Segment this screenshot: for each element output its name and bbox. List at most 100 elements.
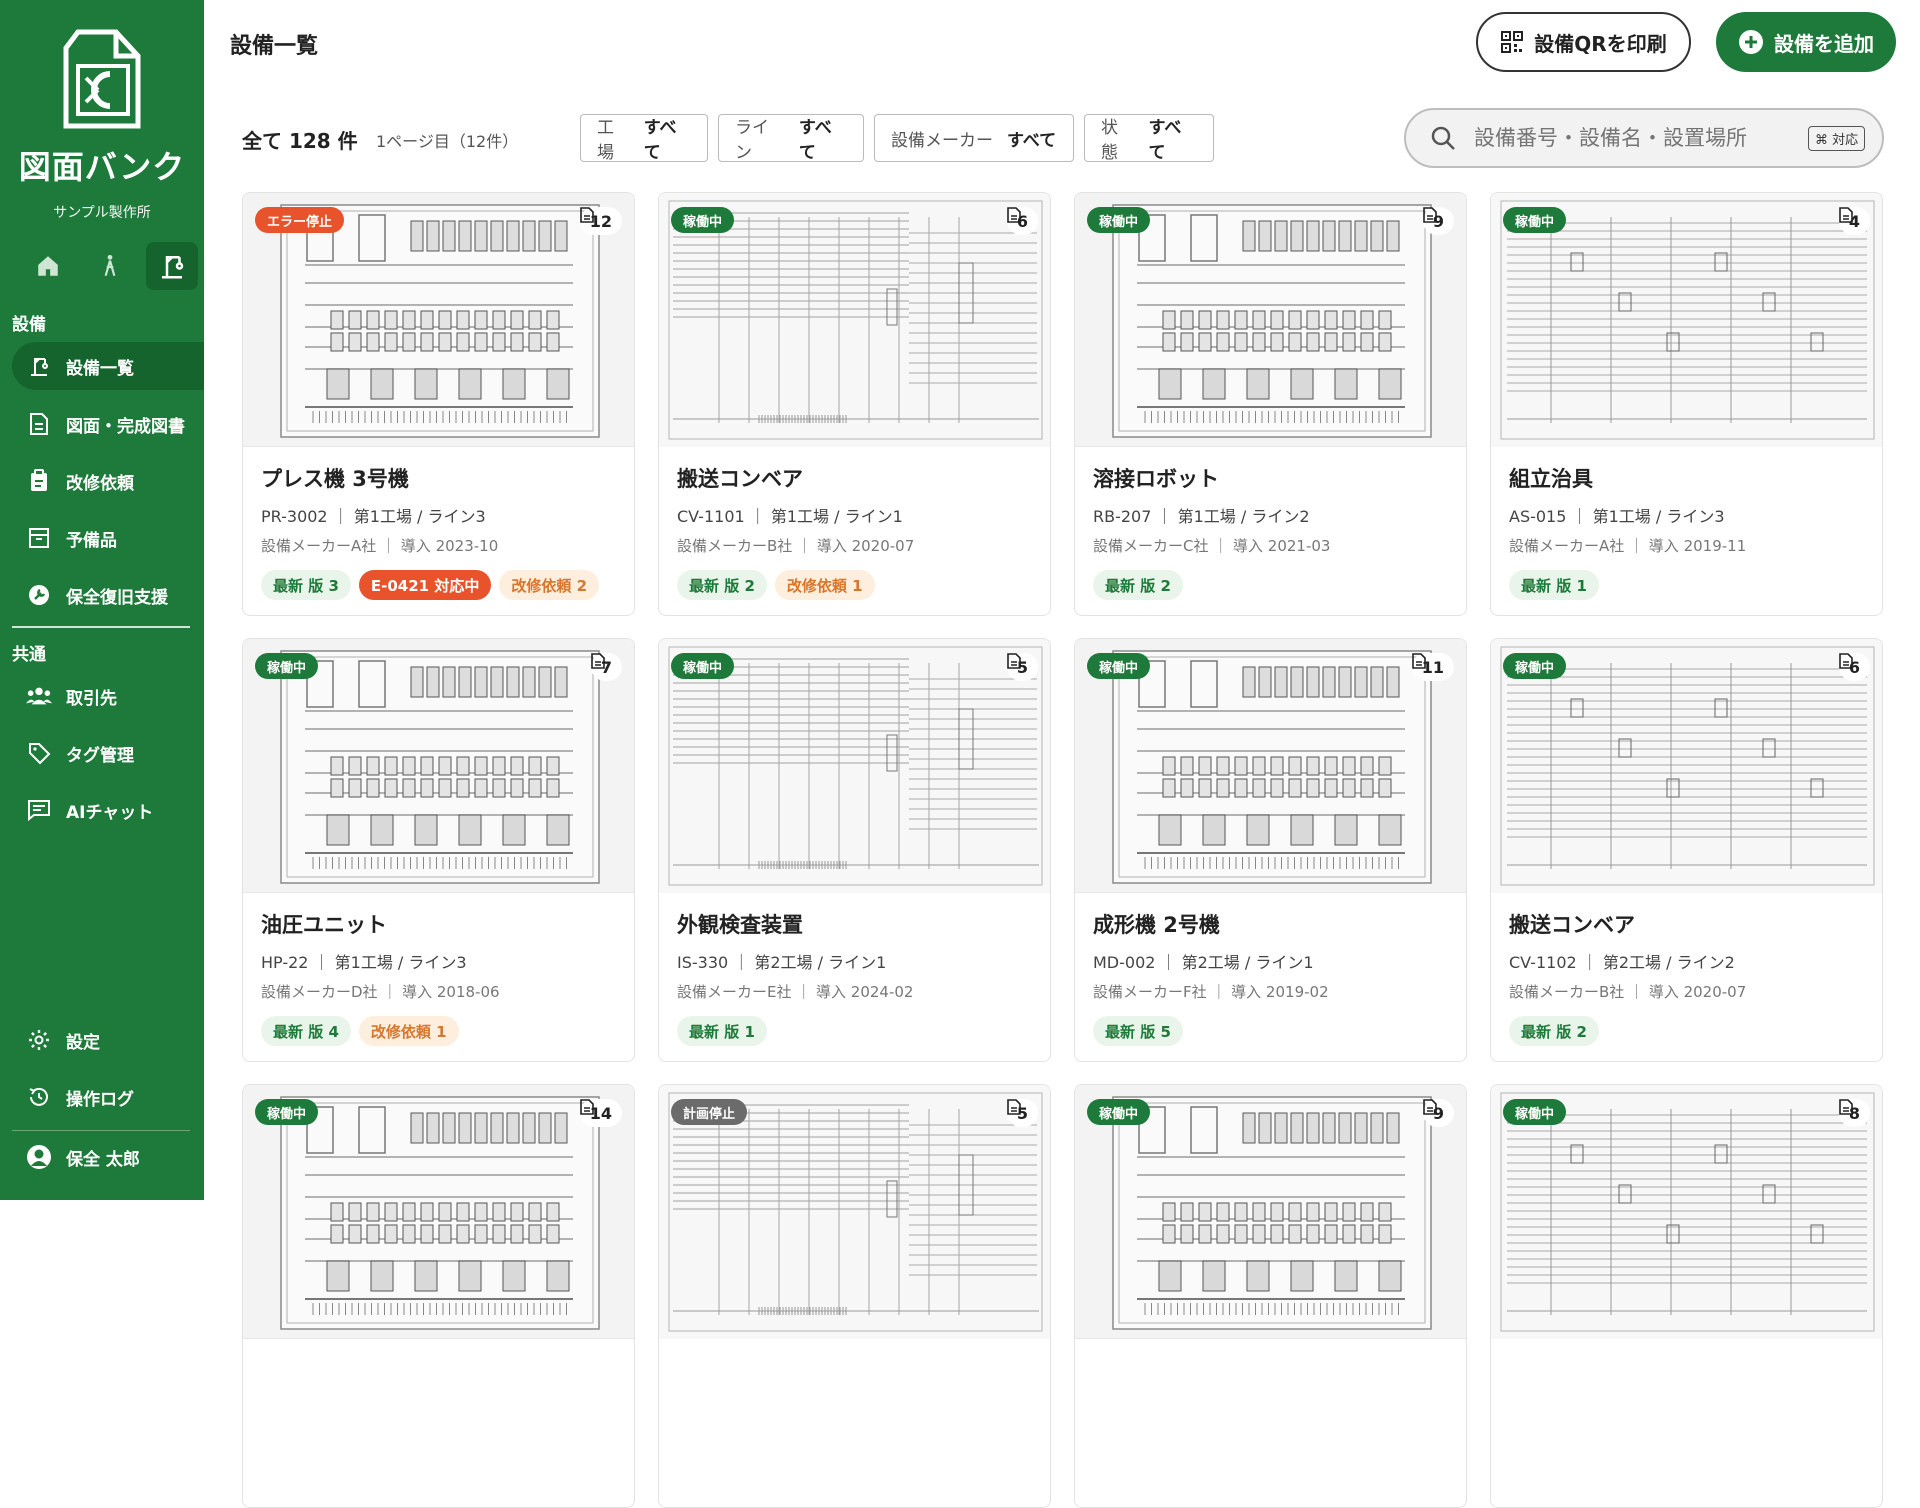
add-equipment-button[interactable]: 設備を追加 bbox=[1716, 12, 1896, 72]
equipment-maker-date: 設備メーカーC社 ｜ 導入 2021-03 bbox=[1093, 537, 1331, 555]
card-tag-latest[interactable]: 最新 版 2 bbox=[1093, 570, 1183, 600]
status-badge: 稼働中 bbox=[1087, 1099, 1151, 1125]
card-thumbnail[interactable]: 稼働中 5 bbox=[659, 639, 1050, 893]
card-body bbox=[1093, 1355, 1448, 1369]
sidebar-item-label: AIチャット bbox=[66, 802, 154, 823]
sidebar-item-settings[interactable]: 設定 bbox=[12, 1016, 204, 1064]
print-qr-button[interactable]: 設備QRを印刷 bbox=[1476, 12, 1691, 72]
card-thumbnail[interactable]: エラー停止 12 bbox=[243, 193, 634, 447]
equipment-card[interactable]: 稼働中 14 bbox=[242, 1084, 635, 1508]
card-tag-latest[interactable]: 最新 版 3 bbox=[261, 570, 351, 600]
mode-person-button[interactable] bbox=[84, 242, 136, 290]
equipment-name: プレス機 3号機 bbox=[261, 467, 409, 491]
equipment-card[interactable]: 稼働中 7 油圧ユニット HP-22 ｜ 第1工場 / ライン3 設備メーカーD社 ｜ … bbox=[242, 638, 635, 1062]
filter-factory[interactable]: 工場 すべて bbox=[580, 114, 708, 163]
equipment-maker-date: 設備メーカーD社 ｜ 導入 2018-06 bbox=[261, 983, 500, 1001]
card-tag-req[interactable]: 改修依頼 1 bbox=[358, 1016, 459, 1046]
equipment-name: 搬送コンベア bbox=[677, 467, 803, 491]
sidebar-item-drawings[interactable]: 図面・完成図書 bbox=[12, 400, 204, 448]
sidebar-divider bbox=[12, 1130, 190, 1131]
filter-manufacturer[interactable]: 設備メーカー すべて bbox=[874, 114, 1074, 162]
search-box[interactable]: ⌘ 対応 bbox=[1404, 108, 1884, 168]
equipment-code-location: RB-207 ｜ 第1工場 / ライン2 bbox=[1093, 507, 1310, 526]
equipment-card[interactable]: エラー停止 12 プレス機 3号機 PR-3002 ｜ 第1工場 / ライン3 設備メー… bbox=[242, 192, 635, 616]
card-tag-req[interactable]: 改修依頼 1 bbox=[774, 570, 875, 600]
card-tag-latest[interactable]: 最新 版 2 bbox=[1509, 1016, 1599, 1046]
section-common-label: 共通 bbox=[12, 645, 46, 665]
equipment-card[interactable]: 稼働中 9 bbox=[1074, 1084, 1467, 1508]
sidebar: 図面バンク サンプル製作所 設備 設備一覧 図面・完成図書 改修依頼 予備品 保… bbox=[0, 0, 204, 1200]
equipment-card[interactable]: 稼働中 6 搬送コンベア CV-1101 ｜ 第1工場 / ライン1 設備メーカーB社 … bbox=[658, 192, 1051, 616]
filter-line[interactable]: ライン すべて bbox=[718, 114, 864, 163]
filter-value: すべて bbox=[1148, 118, 1182, 163]
wrench-circle-icon bbox=[26, 582, 52, 608]
document-count-badge: 6 bbox=[1838, 653, 1870, 681]
equipment-card[interactable]: 計画停止 5 bbox=[658, 1084, 1051, 1508]
equipment-maker-date: 設備メーカーA社 ｜ 導入 2019-11 bbox=[1509, 537, 1747, 555]
equipment-card[interactable]: 稼働中 9 溶接ロボット RB-207 ｜ 第1工場 / ライン2 設備メーカーC社 ｜… bbox=[1074, 192, 1467, 616]
card-thumbnail[interactable]: 稼働中 11 bbox=[1075, 639, 1466, 893]
equipment-card[interactable]: 稼働中 8 bbox=[1490, 1084, 1883, 1508]
user-name: 保全 太郎 bbox=[66, 1149, 140, 1170]
card-body: 成形機 2号機 MD-002 ｜ 第2工場 / ライン1 設備メーカーF社 ｜ 導入… bbox=[1093, 909, 1448, 1046]
filter-label: 状態 bbox=[1101, 118, 1118, 163]
card-tag-req[interactable]: 改修依頼 2 bbox=[499, 570, 600, 600]
sidebar-item-equipment-list[interactable]: 設備一覧 bbox=[12, 342, 204, 390]
card-thumbnail[interactable]: 計画停止 5 bbox=[659, 1085, 1050, 1339]
section-equipment-label: 設備 bbox=[12, 315, 46, 335]
card-thumbnail[interactable]: 稼働中 6 bbox=[659, 193, 1050, 447]
equipment-name: 溶接ロボット bbox=[1093, 467, 1219, 491]
card-tag-latest[interactable]: 最新 版 1 bbox=[677, 1016, 767, 1046]
card-thumbnail[interactable]: 稼働中 4 bbox=[1491, 193, 1882, 447]
card-thumbnail[interactable]: 稼働中 14 bbox=[243, 1085, 634, 1339]
search-input[interactable] bbox=[1472, 125, 1802, 151]
app-logo[interactable]: 図面バンク サンプル製作所 bbox=[0, 26, 204, 222]
card-thumbnail[interactable]: 稼働中 8 bbox=[1491, 1085, 1882, 1339]
card-thumbnail[interactable]: 稼働中 9 bbox=[1075, 193, 1466, 447]
equipment-code-location: MD-002 ｜ 第2工場 / ライン1 bbox=[1093, 953, 1314, 972]
card-body: プレス機 3号機 PR-3002 ｜ 第1工場 / ライン3 設備メーカーA社 ｜ … bbox=[261, 463, 616, 600]
equipment-card[interactable]: 稼働中 6 搬送コンベア CV-1102 ｜ 第2工場 / ライン2 設備メーカーB社 … bbox=[1490, 638, 1883, 1062]
mode-equipment-button[interactable] bbox=[146, 242, 198, 290]
status-badge: 稼働中 bbox=[1503, 653, 1567, 679]
sidebar-item-partners[interactable]: 取引先 bbox=[12, 672, 204, 720]
group-icon bbox=[26, 683, 52, 709]
mode-home-button[interactable] bbox=[22, 242, 74, 290]
sidebar-item-tags[interactable]: タグ管理 bbox=[12, 729, 204, 777]
equipment-code-location: AS-015 ｜ 第1工場 / ライン3 bbox=[1509, 507, 1725, 526]
card-tag-err[interactable]: E-0421 対応中 bbox=[358, 570, 492, 600]
card-thumbnail[interactable]: 稼働中 7 bbox=[243, 639, 634, 893]
sidebar-item-activity-log[interactable]: 操作ログ bbox=[12, 1073, 204, 1121]
equipment-card[interactable]: 稼働中 5 外観検査装置 IS-330 ｜ 第2工場 / ライン1 設備メーカーE社 ｜… bbox=[658, 638, 1051, 1062]
user-menu[interactable]: 保全 太郎 bbox=[12, 1133, 204, 1181]
plus-circle-icon bbox=[1739, 30, 1763, 54]
sidebar-item-label: 図面・完成図書 bbox=[66, 416, 185, 437]
sidebar-item-ai-chat[interactable]: AIチャット bbox=[12, 786, 204, 834]
equipment-code-location: CV-1101 ｜ 第1工場 / ライン1 bbox=[677, 507, 903, 526]
card-tag-latest[interactable]: 最新 版 4 bbox=[261, 1016, 351, 1046]
home-icon bbox=[38, 256, 58, 276]
sidebar-item-maintenance-support[interactable]: 保全復旧支援 bbox=[12, 571, 204, 619]
app-name: 図面バンク bbox=[18, 148, 186, 186]
sidebar-item-label: 予備品 bbox=[66, 530, 117, 551]
card-tags: 最新 版 3 E-0421 対応中 改修依頼 2 bbox=[261, 570, 616, 600]
card-thumbnail[interactable]: 稼働中 6 bbox=[1491, 639, 1882, 893]
sidebar-item-spare-parts[interactable]: 予備品 bbox=[12, 514, 204, 562]
search-icon bbox=[1431, 126, 1455, 150]
filter-status[interactable]: 状態 すべて bbox=[1084, 114, 1214, 163]
sidebar-item-label: 保全復旧支援 bbox=[66, 587, 168, 608]
sidebar-item-repair-requests[interactable]: 改修依頼 bbox=[12, 457, 204, 505]
card-tag-latest[interactable]: 最新 版 1 bbox=[1509, 570, 1599, 600]
equipment-card[interactable]: 稼働中 11 成形機 2号機 MD-002 ｜ 第2工場 / ライン1 設備メーカーF社… bbox=[1074, 638, 1467, 1062]
equipment-card[interactable]: 稼働中 4 組立治具 AS-015 ｜ 第1工場 / ライン3 設備メーカーA社 ｜ 導… bbox=[1490, 192, 1883, 616]
equipment-maker-date: 設備メーカーA社 ｜ 導入 2023-10 bbox=[261, 537, 499, 555]
card-thumbnail[interactable]: 稼働中 9 bbox=[1075, 1085, 1466, 1339]
card-body: 溶接ロボット RB-207 ｜ 第1工場 / ライン2 設備メーカーC社 ｜ 導入 … bbox=[1093, 463, 1448, 600]
status-badge: エラー停止 bbox=[255, 207, 345, 233]
mode-switcher bbox=[22, 242, 198, 290]
card-tag-latest[interactable]: 最新 版 5 bbox=[1093, 1016, 1183, 1046]
card-tag-latest[interactable]: 最新 版 2 bbox=[677, 570, 767, 600]
card-tags: 最新 版 2 bbox=[1093, 570, 1448, 600]
page-title: 設備一覧 bbox=[230, 34, 319, 59]
document-icon bbox=[1839, 653, 1853, 669]
